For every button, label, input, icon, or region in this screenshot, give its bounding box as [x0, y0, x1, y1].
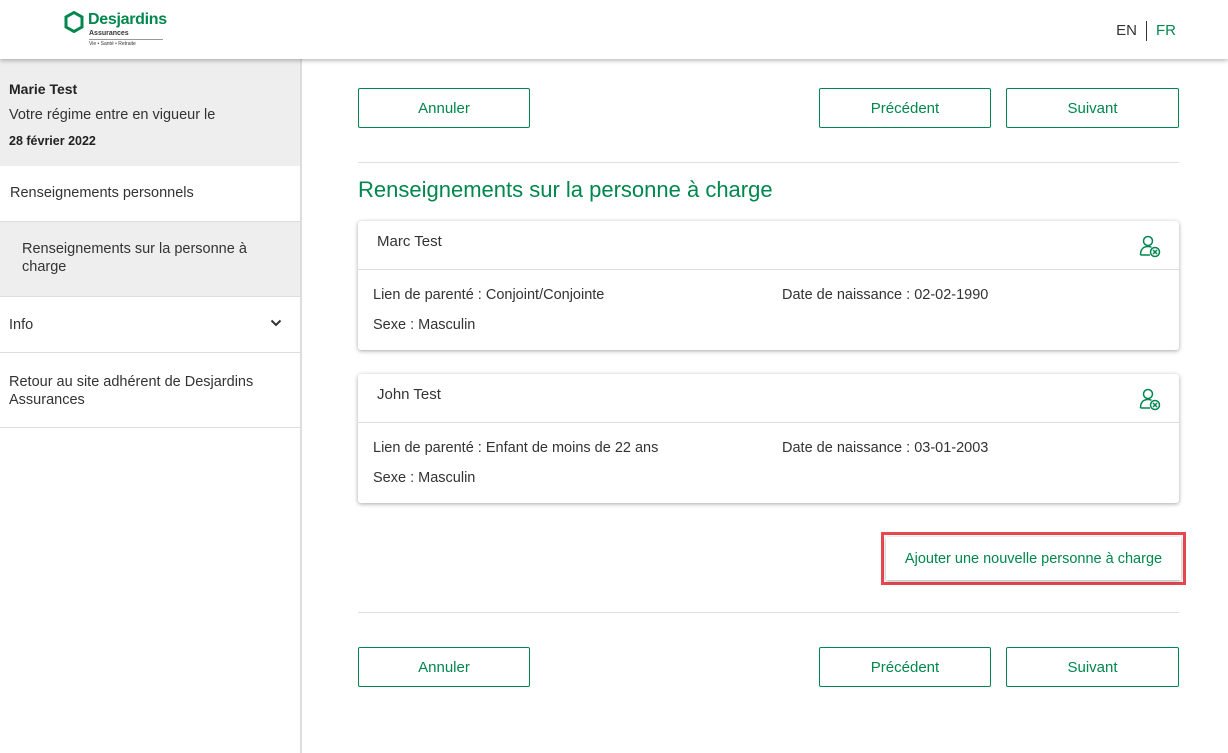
dependent-relationship: Lien de parenté : Conjoint/Conjointe	[373, 287, 605, 303]
page-title: Renseignements sur la personne à charge	[358, 177, 773, 202]
sidebar-item-info[interactable]: Info	[0, 297, 300, 353]
hexagon-logo-icon	[64, 11, 84, 33]
previous-button-bottom[interactable]: Précédent	[819, 647, 991, 687]
desjardins-logo[interactable]: Desjardins Assurances Vie • Santé • Retr…	[64, 10, 167, 50]
remove-person-icon[interactable]	[1139, 387, 1161, 411]
header: Desjardins Assurances Vie • Santé • Retr…	[0, 0, 1228, 59]
plan-text: Votre régime entre en vigueur le	[9, 107, 216, 123]
sidebar-item-label: Info	[9, 317, 34, 333]
sidebar-item-label: Retour au site adhérent de Desjardins As…	[9, 374, 254, 408]
sidebar-item-personal-info[interactable]: Renseignements personnels	[0, 166, 300, 222]
dependent-sex: Sexe : Masculin	[373, 317, 476, 333]
profile-panel: Marie Test Votre régime entre en vigueur…	[0, 59, 300, 166]
dependent-card-header: Marc Test	[358, 221, 1179, 270]
lang-fr-link[interactable]: FR	[1147, 21, 1176, 41]
dependent-name: Marc Test	[377, 233, 442, 250]
previous-button-top[interactable]: Précédent	[819, 88, 991, 128]
dependent-birthdate: Date de naissance : 02-02-1990	[782, 287, 989, 303]
dependent-relationship: Lien de parenté : Enfant de moins de 22 …	[373, 440, 659, 456]
sidebar: Marie Test Votre régime entre en vigueur…	[0, 59, 302, 753]
add-dependent-highlight: Ajouter une nouvelle personne à charge	[881, 532, 1186, 585]
next-button-bottom[interactable]: Suivant	[1006, 647, 1179, 687]
chevron-down-icon	[270, 319, 282, 327]
plan-date: 28 février 2022	[9, 134, 96, 148]
add-dependent-button[interactable]: Ajouter une nouvelle personne à charge	[886, 537, 1181, 580]
language-switcher: EN FR	[1116, 21, 1176, 41]
divider-top	[358, 162, 1179, 163]
remove-person-icon[interactable]	[1139, 234, 1161, 258]
dependent-name: John Test	[377, 386, 441, 403]
logo-sub: Assurances	[89, 30, 129, 37]
dependent-card-header: John Test	[358, 374, 1179, 423]
logo-divider	[89, 39, 163, 40]
logo-tagline: Vie • Santé • Retraite	[89, 41, 136, 47]
sidebar-item-return-member-site[interactable]: Retour au site adhérent de Desjardins As…	[0, 353, 300, 428]
sidebar-item-label: Renseignements sur la personne à charge	[22, 241, 247, 275]
cancel-button-top[interactable]: Annuler	[358, 88, 530, 128]
next-button-top[interactable]: Suivant	[1006, 88, 1179, 128]
sidebar-item-dependent-info[interactable]: Renseignements sur la personne à charge	[0, 222, 300, 297]
cancel-button-bottom[interactable]: Annuler	[358, 647, 530, 687]
divider-bottom	[358, 612, 1179, 613]
dependent-card: John Test Lien de parenté : Enfant de mo…	[358, 374, 1179, 503]
sidebar-item-label: Renseignements personnels	[10, 185, 194, 201]
dependent-card: Marc Test Lien de parenté : Conjoint/Con…	[358, 221, 1179, 350]
dependent-birthdate: Date de naissance : 03-01-2003	[782, 440, 989, 456]
dependent-sex: Sexe : Masculin	[373, 470, 476, 486]
logo-name: Desjardins	[88, 11, 167, 28]
user-name: Marie Test	[9, 81, 78, 97]
lang-en-link[interactable]: EN	[1116, 21, 1147, 41]
